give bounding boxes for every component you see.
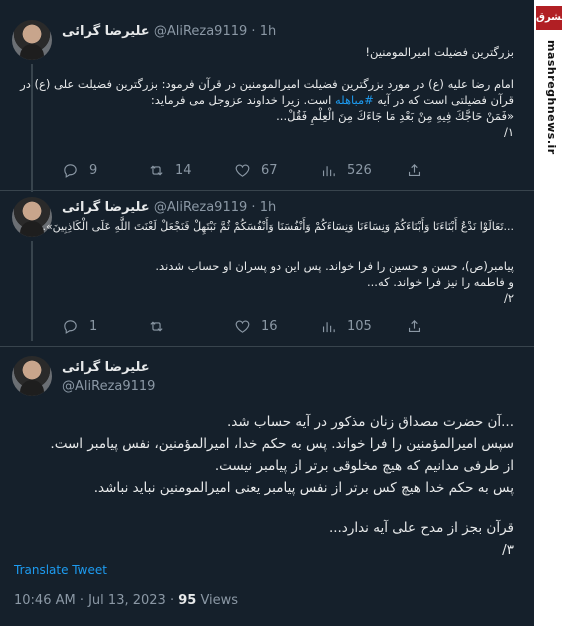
retweet-icon (150, 165, 163, 176)
tweet-actions: 1 16 105 (62, 318, 512, 338)
tweet-text-line: امام رضا علیه (ع) در مورد بزرگترین فضیلت… (20, 77, 514, 91)
views-count: 105 (347, 319, 372, 334)
tweet-text-hashtag-line: قرآن فضیلتی است که در آیه #مباهله است. ز… (150, 93, 514, 107)
reply-icon (64, 164, 77, 178)
tweet-text-line: از طرفی مدانیم که هیچ مخلوقی برتر از پیا… (214, 458, 514, 474)
like-count: 16 (261, 319, 278, 334)
retweet-button[interactable]: 14 (148, 162, 192, 179)
heart-icon (235, 164, 250, 177)
tweet-text-line: «فَمَنْ حَاجَّكَ فِيهِ مِنْ بَعْدِ مَا ج… (276, 109, 514, 123)
separator: · (251, 200, 256, 215)
main-tweet-header: علیرضا گرائی @AliReza9119 (62, 360, 155, 394)
handle[interactable]: @AliReza9119 (62, 379, 155, 394)
divider (0, 190, 534, 191)
like-button[interactable]: 67 (234, 162, 278, 179)
avatar[interactable] (12, 356, 52, 396)
thread-line (31, 241, 33, 341)
divider (0, 346, 534, 347)
share-button[interactable] (406, 318, 423, 335)
views-label: Views (196, 593, 239, 608)
avatar[interactable] (12, 20, 52, 60)
tweet-actions: 9 14 67 526 (62, 162, 512, 182)
tweet-meta: 10:46 AM · Jul 13, 2023 · 95 Views (14, 593, 238, 608)
share-icon (408, 320, 421, 333)
tweet-time[interactable]: 1h (260, 24, 277, 39)
handle[interactable]: @AliReza9119 (154, 24, 247, 39)
tweet-text-line: سپس امیرالمؤمنین را فرا خواند. پس به حکم… (50, 436, 514, 452)
reply-button[interactable]: 1 (62, 318, 97, 335)
views-icon (322, 166, 335, 177)
like-button[interactable]: 16 (234, 318, 278, 335)
tweet-header: علیرضا گرائی @AliReza9119 · 1h (62, 24, 276, 39)
tweet-text-line: قرآن فضیلتی است که در آیه #مباهله است. ز… (151, 92, 514, 108)
heart-icon (235, 320, 250, 333)
reply-count: 1 (89, 319, 98, 334)
reply-count: 9 (89, 163, 98, 178)
views-count: 526 (347, 163, 372, 178)
reply-button[interactable]: 9 (62, 162, 97, 179)
site-url: mashreghnews.ir (545, 40, 558, 155)
tweet-text-line: ...تَعَالَوْا نَدْعُ أَبْنَاءَنَا وَأَبْ… (42, 220, 514, 233)
separator: · (251, 24, 256, 39)
retweet-count: 14 (175, 163, 192, 178)
tweet-text-line: بزرگترین فضیلت امیرالمومنین! (365, 45, 514, 59)
display-name[interactable]: علیرضا گرائی (62, 24, 150, 39)
tweet-text-line: ۱/ (503, 125, 514, 139)
reply-icon (64, 320, 77, 334)
share-icon (408, 164, 421, 177)
retweet-button[interactable] (148, 318, 175, 335)
tweet-text-line: پس به حکم خدا هیچ کس برتر از نفس پیامبر … (93, 480, 514, 496)
tweet-text-line: ...آن حضرت مصداق زنان مذکور در آیه حساب … (226, 414, 514, 430)
views-count: 95 (178, 593, 197, 608)
hashtag-link[interactable]: #مباهله (335, 93, 374, 107)
views-button[interactable]: 105 (320, 318, 372, 335)
tweet-text-line: ۳/ (502, 542, 514, 558)
translate-tweet-link[interactable]: Translate Tweet (14, 563, 107, 577)
tweet-text-line: قرآن بجز از مدح علی آیه ندارد... (328, 520, 514, 536)
display-name[interactable]: علیرضا گرائی (62, 200, 150, 215)
tweet-text-line: و فاطمه را نیز فرا خواند. که... (366, 275, 514, 289)
tweet-text-line: پیامبر(ص)، حسن و حسین را فرا خواند. پس ا… (155, 259, 514, 273)
views-button[interactable]: 526 (320, 162, 372, 179)
display-name[interactable]: علیرضا گرائی (62, 360, 155, 375)
timestamp[interactable]: 10:46 AM · Jul 13, 2023 · (14, 593, 178, 608)
tweet-thread: علیرضا گرائی @AliReza9119 · 1h بزرگترین … (0, 0, 534, 626)
like-count: 67 (261, 163, 278, 178)
tweet-text-line: ۲/ (503, 291, 514, 305)
views-icon (322, 322, 335, 333)
watermark-strip: مشرق mashreghnews.ir (534, 0, 564, 626)
handle[interactable]: @AliReza9119 (154, 200, 247, 215)
retweet-icon (150, 321, 163, 332)
tweet-time[interactable]: 1h (260, 200, 277, 215)
share-button[interactable] (406, 162, 423, 179)
site-logo: مشرق (536, 6, 564, 30)
tweet-header: علیرضا گرائی @AliReza9119 · 1h (62, 200, 276, 215)
